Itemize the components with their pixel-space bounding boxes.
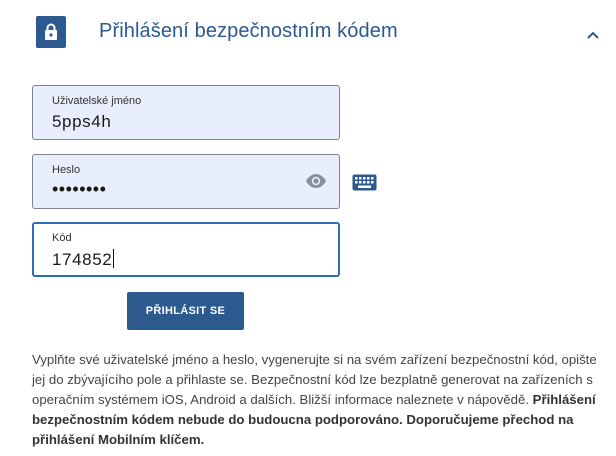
chevron-up-icon[interactable] <box>586 27 600 39</box>
lock-icon <box>36 16 66 48</box>
help-instructions: Vyplňte své uživatelské jméno a heslo, v… <box>32 352 597 407</box>
eye-icon[interactable] <box>305 172 327 190</box>
help-text: Vyplňte své uživatelské jméno a heslo, v… <box>32 350 600 450</box>
username-value: 5pps4h <box>52 112 112 131</box>
password-label: Heslo <box>52 164 81 176</box>
keyboard-icon[interactable] <box>352 174 377 191</box>
section-title: Přihlášení bezpečnostním kódem <box>99 20 398 42</box>
username-label: Uživatelské jméno <box>52 95 142 107</box>
code-value: 174852 <box>52 250 113 269</box>
code-value-wrapper: 174852 <box>52 249 115 270</box>
login-button[interactable]: PŘIHLÁSIT SE <box>127 292 244 330</box>
password-value: •••••••• <box>52 179 107 199</box>
text-caret <box>113 249 115 268</box>
username-field[interactable]: Uživatelské jméno 5pps4h <box>32 85 340 140</box>
code-field[interactable]: Kód 174852 <box>32 222 340 277</box>
login-panel: Přihlášení bezpečnostním kódem Uživatels… <box>0 0 616 456</box>
password-field[interactable]: Heslo •••••••• <box>32 154 340 209</box>
code-label: Kód <box>52 232 72 244</box>
